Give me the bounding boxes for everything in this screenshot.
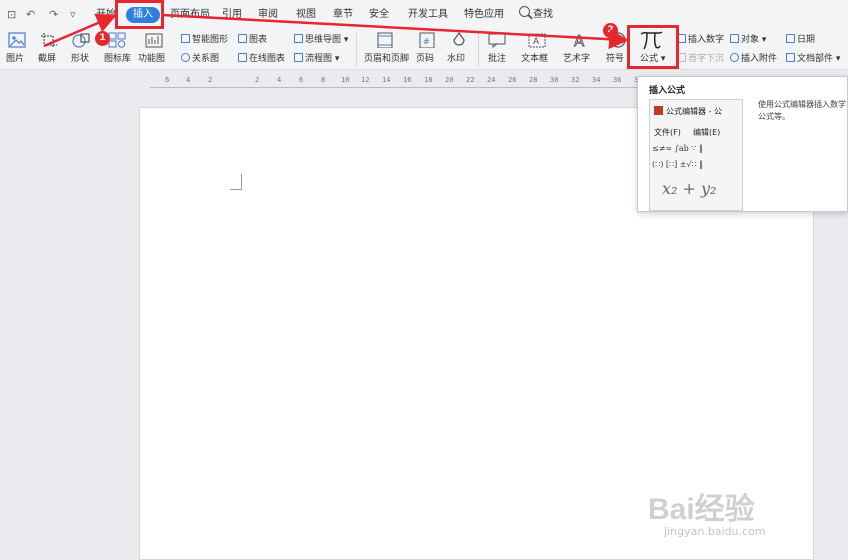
attachment-icon [730,53,739,62]
date-icon [786,34,795,43]
preview-formula: x₂ + y₂ [662,179,717,198]
chart-icon [238,34,247,43]
function-chart-button[interactable]: 功能图 [138,53,165,65]
svg-text:A: A [533,37,540,47]
shape-button[interactable]: 形状 [71,53,89,65]
step-badge-2: 2 [603,23,618,38]
svg-text:A: A [574,32,585,48]
relation-chart-icon [181,53,190,62]
object-icon [730,34,739,43]
screenshot-button[interactable]: 截屏 [38,53,56,65]
online-chart-button[interactable]: 在线图表 [238,53,285,65]
attachment-button[interactable]: 插入附件 [730,53,777,65]
formula-tooltip: 插入公式 公式编辑器 - 公 文件(F) 编辑(E) ≤≠≈ ∫ab ∵ ‖ (… [637,76,848,212]
ribbon-separator [478,33,479,67]
tab-references[interactable]: 引用 [222,7,242,23]
picture-icon [8,32,26,48]
header-footer-button[interactable]: 页眉和页脚 [364,53,409,65]
drop-cap-button[interactable]: 首字下沉 [677,53,724,65]
preview-menu-file: 文件(F) [654,128,681,137]
comment-icon [488,33,506,48]
tab-search[interactable]: 查找 [533,7,553,23]
ribbon-separator [356,33,357,67]
formula-editor-preview: 公式编辑器 - 公 文件(F) 编辑(E) ≤≠≈ ∫ab ∵ ‖ (∷) [∷… [649,99,743,211]
insert-tab-highlight [115,0,164,29]
svg-text:#: # [423,37,430,46]
redo-icon[interactable]: ↷ [49,8,58,22]
search-icon [519,6,530,17]
online-chart-icon [238,53,247,62]
smart-shape-button[interactable]: 智能图形 [181,34,228,46]
smart-shape-icon [181,34,190,43]
undo-icon[interactable]: ↶ [26,8,35,22]
watermark-button[interactable]: 水印 [447,53,465,65]
word-art-button[interactable]: 艺术字 [563,53,590,65]
mind-map-button[interactable]: 思维导图 ▾ [294,34,348,46]
watermark-brand: Bai经验 [648,493,755,526]
function-chart-icon [145,33,163,48]
header-footer-icon [377,32,393,48]
watermark: Bai经验 jingyan.baidu.com [640,480,820,550]
icon-library-button[interactable]: 图标库 [104,53,131,65]
formula-highlight [627,25,679,69]
preview-title: 公式编辑器 - 公 [654,106,722,117]
word-art-icon: A [574,32,586,48]
object-button[interactable]: 对象 ▾ [730,34,766,46]
icon-library-icon [108,32,126,48]
doc-part-icon [786,53,795,62]
preview-symbols-row1: ≤≠≈ ∫ab ∵ ‖ [652,144,703,153]
text-box-icon: A [528,33,546,48]
formula-editor-icon [654,106,663,115]
tab-developer[interactable]: 开发工具 [408,7,448,23]
tab-review[interactable]: 审阅 [258,7,278,23]
watermark-url: jingyan.baidu.com [664,525,766,538]
symbol-button[interactable]: 符号 [606,53,624,65]
shape-icon [72,33,90,48]
doc-part-button[interactable]: 文档部件 ▾ [786,53,840,65]
step-badge-1: 1 [95,31,110,46]
picture-button[interactable]: 图片 [6,53,24,65]
insert-number-button[interactable]: 插入数字 [677,34,724,46]
tab-features[interactable]: 特色应用 [464,7,504,23]
tab-page-layout[interactable]: 页面布局 [170,7,210,23]
preview-menu-edit: 编辑(E) [693,128,721,137]
tab-security[interactable]: 安全 [369,7,389,23]
margin-corner-mark [230,174,242,190]
comment-button[interactable]: 批注 [488,53,506,65]
horizontal-ruler[interactable]: 6 4 2 2 4 6 8 10 12 14 16 18 20 22 24 26… [150,76,650,88]
mind-map-icon [294,34,303,43]
text-box-button[interactable]: 文本框 [521,53,548,65]
page-number-button[interactable]: 页码 [416,53,434,65]
watermark-icon [453,32,465,46]
tab-home[interactable]: 开始 [96,7,116,23]
tooltip-title: 插入公式 [649,86,686,96]
relation-chart-button[interactable]: 关系图 [181,53,219,65]
tab-chapter[interactable]: 章节 [333,7,353,23]
tooltip-description: 使用公式编辑器插入数学公式等。 [758,100,846,121]
date-button[interactable]: 日期 [786,34,815,46]
customize-icon[interactable]: ▿ [70,8,76,22]
screenshot-icon [41,33,57,48]
page-number-icon: # [419,32,435,48]
print-preview-icon[interactable]: ⊡ [7,8,16,22]
flowchart-icon [294,53,303,62]
flowchart-button[interactable]: 流程图 ▾ [294,53,339,65]
chart-button[interactable]: 图表 [238,34,267,46]
preview-symbols-row2: (∷) [∷] ±√∷ ‖ [652,160,704,169]
tab-view[interactable]: 视图 [296,7,316,23]
